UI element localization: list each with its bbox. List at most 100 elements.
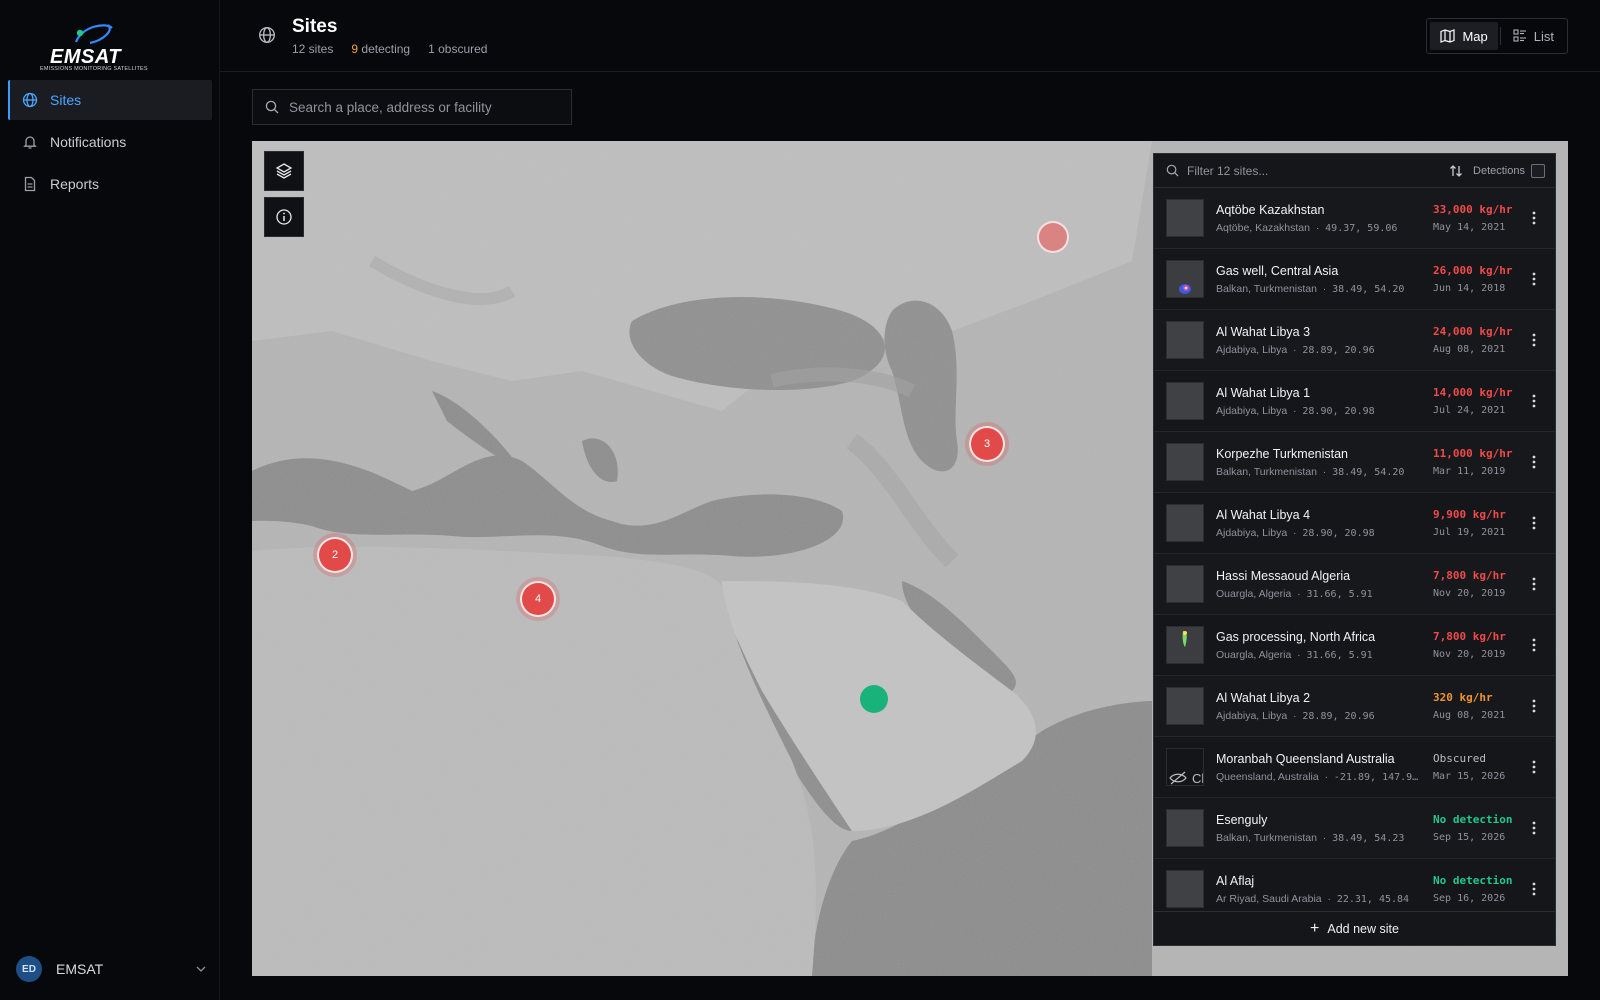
site-thumbnail xyxy=(1167,444,1203,480)
site-region: Ajdabiya, Libya xyxy=(1216,343,1288,356)
add-site-label: Add new site xyxy=(1327,921,1399,936)
site-coordinates: 28.89, 20.96 xyxy=(1302,710,1375,722)
detections-checkbox[interactable] xyxy=(1531,163,1545,178)
more-options-icon[interactable] xyxy=(1525,882,1543,896)
site-name: Al Aflaj xyxy=(1216,873,1255,888)
plus-icon: + xyxy=(1310,919,1320,937)
site-row[interactable]: Al Wahat Libya 4 Ajdabiya, Libya · 28.90,… xyxy=(1154,493,1555,554)
emission-rate: 7,800 kg/hr xyxy=(1433,569,1506,582)
sidebar-item-reports[interactable]: Reports xyxy=(8,164,212,204)
more-options-icon[interactable] xyxy=(1525,821,1543,835)
more-options-icon[interactable] xyxy=(1525,394,1543,408)
site-info: Gas well, Central Asia Balkan, Turkmenist… xyxy=(1216,264,1433,295)
site-location: Ajdabiya, Libya · 28.89, 20.96 xyxy=(1216,343,1375,356)
obscured-count: 1 obscured xyxy=(428,42,488,56)
site-row[interactable]: Al Wahat Libya 3 Ajdabiya, Libya · 28.89,… xyxy=(1154,310,1555,371)
more-options-icon[interactable] xyxy=(1525,699,1543,713)
site-thumbnail xyxy=(1166,382,1204,420)
site-thumbnail xyxy=(1167,383,1203,419)
site-thumbnail xyxy=(1166,565,1204,603)
map-view-button[interactable]: Map xyxy=(1430,22,1498,50)
filter-sites-input[interactable] xyxy=(1187,163,1450,178)
site-coordinates: -21.89, 147.9… xyxy=(1333,771,1419,783)
site-info: Esenguly Balkan, Turkmenistan · 38.49, 54… xyxy=(1216,813,1433,844)
site-location: Ar Riyad, Saudi Arabia · 22.31, 45.84 xyxy=(1216,892,1410,905)
detection-date: Sep 15, 2026 xyxy=(1433,832,1506,843)
site-location: Ajdabiya, Libya · 28.90, 20.98 xyxy=(1216,526,1375,539)
site-thumbnail xyxy=(1167,810,1203,846)
user-menu[interactable]: ED EMSAT xyxy=(16,954,206,984)
add-site-button[interactable]: + Add new site xyxy=(1154,911,1555,945)
emission-rate: 320 kg/hr xyxy=(1433,691,1493,704)
site-info: Al Aflaj Ar Riyad, Saudi Arabia · 22.31, … xyxy=(1216,874,1433,905)
more-options-icon[interactable] xyxy=(1525,760,1543,774)
site-row[interactable]: Korpezhe Turkmenistan Balkan, Turkmenista… xyxy=(1154,432,1555,493)
more-options-icon[interactable] xyxy=(1525,638,1543,652)
detecting-stat: 9 detecting xyxy=(351,42,410,56)
cluster-marker[interactable]: 4 xyxy=(520,581,556,617)
more-options-icon[interactable] xyxy=(1525,577,1543,591)
emission-rate: Obscured xyxy=(1433,752,1486,765)
more-options-icon[interactable] xyxy=(1525,272,1543,286)
list-view-label: List xyxy=(1533,28,1554,44)
sidebar-item-notifications[interactable]: Notifications xyxy=(8,122,212,162)
more-options-icon[interactable] xyxy=(1525,211,1543,225)
site-coordinates: 31.66, 5.91 xyxy=(1306,649,1373,661)
site-region: Balkan, Turkmenistan xyxy=(1216,465,1317,478)
brand-tagline: EMISSIONS MONITORING SATELLITES xyxy=(40,66,148,72)
chevron-down-icon xyxy=(196,964,206,975)
emsat-logo[interactable]: EMSAT EMISSIONS MONITORING SATELLITES xyxy=(20,12,148,72)
list-icon xyxy=(1513,29,1526,42)
site-row[interactable]: Al Wahat Libya 1 Ajdabiya, Libya · 28.90,… xyxy=(1154,371,1555,432)
view-toggle: Map List xyxy=(1426,18,1568,54)
site-region: Ouargla, Algeria xyxy=(1216,648,1292,661)
site-row[interactable]: Gas well, Central Asia Balkan, Turkmenist… xyxy=(1154,249,1555,310)
site-marker-no-detection[interactable] xyxy=(860,685,888,713)
site-coordinates: 38.49, 54.23 xyxy=(1332,832,1405,844)
detection-date: Jul 24, 2021 xyxy=(1433,405,1506,416)
svg-text:Cl: Cl xyxy=(1192,771,1204,786)
cluster-marker[interactable]: 2 xyxy=(317,537,353,573)
sort-icon[interactable] xyxy=(1449,164,1463,178)
more-options-icon[interactable] xyxy=(1525,455,1543,469)
more-options-icon[interactable] xyxy=(1525,516,1543,530)
site-location: Ajdabiya, Libya · 28.89, 20.96 xyxy=(1216,709,1375,722)
site-row[interactable]: Aqtöbe Kazakhstan Aqtöbe, Kazakhstan · 49… xyxy=(1154,188,1555,249)
cluster-marker[interactable]: 3 xyxy=(969,426,1005,462)
site-location: Balkan, Turkmenistan · 38.49, 54.23 xyxy=(1216,831,1405,844)
site-marker-obscured[interactable] xyxy=(1037,221,1069,253)
document-icon xyxy=(22,176,38,192)
detection-date: Mar 15, 2026 xyxy=(1433,771,1506,782)
site-name: Al Wahat Libya 3 xyxy=(1216,324,1311,339)
methane-plume-thumbnail xyxy=(1167,261,1203,297)
site-row[interactable]: Hassi Messaoud Algeria Ouargla, Algeria ·… xyxy=(1154,554,1555,615)
info-icon xyxy=(276,209,292,225)
layers-icon xyxy=(275,163,293,179)
site-info: Al Wahat Libya 4 Ajdabiya, Libya · 28.90,… xyxy=(1216,508,1433,539)
site-measurement: 26,000 kg/hr Jun 14, 2018 xyxy=(1433,264,1519,294)
info-button[interactable] xyxy=(264,197,304,237)
site-row[interactable]: Cl Moranbah Queensland Australia Queenslan… xyxy=(1154,737,1555,798)
emission-rate: 26,000 kg/hr xyxy=(1433,264,1513,277)
site-info: Moranbah Queensland Australia Queensland,… xyxy=(1216,752,1433,783)
layers-button[interactable] xyxy=(264,151,304,191)
site-name: Gas processing, North Africa xyxy=(1216,629,1376,644)
site-measurement: 7,800 kg/hr Nov 20, 2019 xyxy=(1433,630,1519,660)
search-input[interactable] xyxy=(289,99,559,115)
more-options-icon[interactable] xyxy=(1525,333,1543,347)
satellite-orbit-icon xyxy=(74,24,113,45)
site-row[interactable]: Al Aflaj Ar Riyad, Saudi Arabia · 22.31, … xyxy=(1154,859,1555,911)
site-name: Al Wahat Libya 1 xyxy=(1216,385,1311,400)
detection-date: Jun 14, 2018 xyxy=(1433,283,1506,294)
site-row[interactable]: Al Wahat Libya 2 Ajdabiya, Libya · 28.89,… xyxy=(1154,676,1555,737)
search-icon xyxy=(265,100,279,114)
list-view-button[interactable]: List xyxy=(1503,22,1564,50)
detecting-count: 9 xyxy=(351,42,359,56)
emission-rate: No detection xyxy=(1433,813,1513,826)
sidebar-item-sites[interactable]: Sites xyxy=(8,80,212,120)
site-row[interactable]: Esenguly Balkan, Turkmenistan · 38.49, 54… xyxy=(1154,798,1555,859)
emission-rate: 33,000 kg/hr xyxy=(1433,203,1513,216)
site-measurement: 9,900 kg/hr Jul 19, 2021 xyxy=(1433,508,1519,538)
site-row[interactable]: Gas processing, North Africa Ouargla, Alg… xyxy=(1154,615,1555,676)
detection-date: Aug 08, 2021 xyxy=(1433,344,1506,355)
